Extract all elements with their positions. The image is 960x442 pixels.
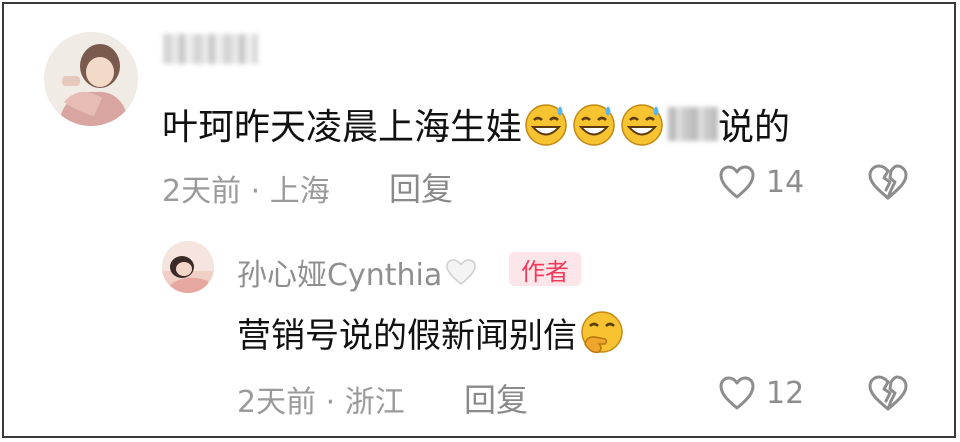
comment-text-before: 叶珂昨天凌晨上海生娃	[162, 107, 523, 148]
reply-avatar[interactable]	[162, 241, 214, 293]
grinning-sweat-emoji	[525, 104, 567, 146]
comment-text-after: 说的	[718, 107, 791, 148]
comment-section-frame	[2, 2, 956, 438]
broken-heart-icon	[868, 375, 908, 411]
like-count: 14	[766, 164, 805, 200]
reply-text: 营销号说的假新闻别信	[237, 308, 627, 357]
hand-over-mouth-emoji	[581, 310, 623, 353]
comment-meta: 2天前 · 上海	[162, 174, 330, 209]
dislike-button[interactable]	[866, 374, 910, 416]
reply-button[interactable]: 回复	[389, 164, 453, 210]
white-heart-icon	[446, 259, 476, 285]
heart-icon	[719, 376, 755, 410]
comment-text: 叶珂昨天凌晨上海生娃 说的	[162, 98, 790, 150]
broken-heart-icon	[868, 164, 908, 200]
reply-meta: 2天前 · 浙江	[237, 385, 405, 420]
reply-button[interactable]: 回复	[464, 375, 528, 421]
like-count: 12	[766, 375, 805, 411]
reply-username[interactable]: 孙心娅Cynthia	[237, 250, 478, 294]
dislike-button[interactable]	[866, 163, 910, 205]
like-button[interactable]: 14	[718, 164, 804, 200]
blurred-text	[668, 107, 719, 141]
commenter-username-blurred[interactable]	[163, 34, 258, 64]
reply-username-text: 孙心娅Cynthia	[237, 258, 443, 293]
commenter-avatar[interactable]	[44, 32, 138, 126]
grinning-sweat-emoji	[621, 104, 663, 146]
reply-text-content: 营销号说的假新闻别信	[237, 316, 577, 356]
like-button[interactable]: 12	[718, 375, 804, 411]
grinning-sweat-emoji	[573, 104, 615, 146]
author-badge: 作者	[509, 252, 581, 286]
heart-icon	[719, 165, 755, 199]
